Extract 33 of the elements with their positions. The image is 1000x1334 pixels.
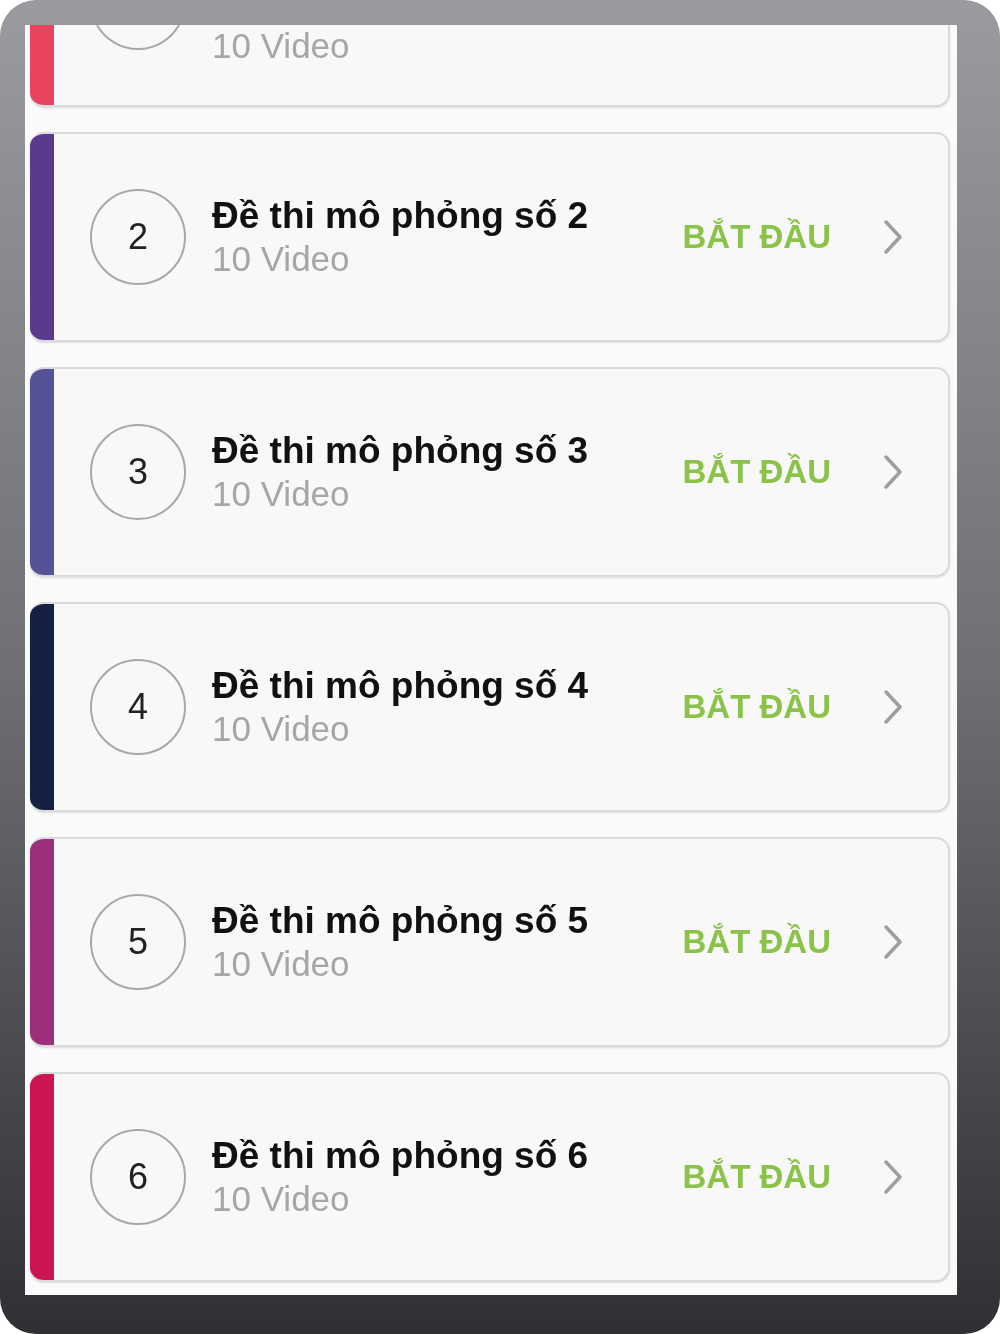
exam-card[interactable]: 6 Đề thi mô phỏng số 6 10 Video BẮT ĐẦU: [30, 1072, 950, 1282]
start-button[interactable]: BẮT ĐẦU: [682, 923, 831, 961]
chevron-right-icon[interactable]: [883, 454, 903, 490]
lesson-title: Đề thi mô phỏng số 4: [212, 664, 589, 708]
start-button[interactable]: BẮT ĐẦU: [682, 218, 831, 256]
start-button[interactable]: BẮT ĐẦU: [682, 453, 831, 491]
video-count: 10 Video: [212, 473, 350, 515]
video-count: 10 Video: [212, 238, 350, 280]
lesson-title: Đề thi mô phỏng số 6: [212, 1134, 589, 1178]
exam-card[interactable]: 10 Video: [30, 25, 950, 107]
exam-card[interactable]: 4 Đề thi mô phỏng số 4 10 Video BẮT ĐẦU: [30, 602, 950, 812]
video-count: 10 Video: [212, 1178, 350, 1220]
chevron-right-icon[interactable]: [883, 689, 903, 725]
chevron-right-icon[interactable]: [883, 924, 903, 960]
exam-card[interactable]: 3 Đề thi mô phỏng số 3 10 Video BẮT ĐẦU: [30, 367, 950, 577]
lesson-title: Đề thi mô phỏng số 3: [212, 429, 589, 473]
video-count: 10 Video: [212, 943, 350, 985]
chevron-right-icon[interactable]: [883, 1159, 903, 1195]
video-count: 10 Video: [212, 25, 350, 67]
exam-card[interactable]: 5 Đề thi mô phỏng số 5 10 Video BẮT ĐẦU: [30, 837, 950, 1047]
lesson-number: 3: [90, 424, 186, 520]
lesson-number: 4: [90, 659, 186, 755]
lesson-title: Đề thi mô phỏng số 2: [212, 194, 589, 238]
video-count: 10 Video: [212, 708, 350, 750]
start-button[interactable]: BẮT ĐẦU: [682, 1158, 831, 1196]
lesson-number: 5: [90, 894, 186, 990]
lesson-number: 6: [90, 1129, 186, 1225]
circle-arc-icon: [96, 25, 180, 51]
exam-card[interactable]: 2 Đề thi mô phỏng số 2 10 Video BẮT ĐẦU: [30, 132, 950, 342]
lesson-number: 2: [90, 189, 186, 285]
start-button[interactable]: BẮT ĐẦU: [682, 688, 831, 726]
chevron-right-icon[interactable]: [883, 219, 903, 255]
lesson-title: Đề thi mô phỏng số 5: [212, 899, 589, 943]
